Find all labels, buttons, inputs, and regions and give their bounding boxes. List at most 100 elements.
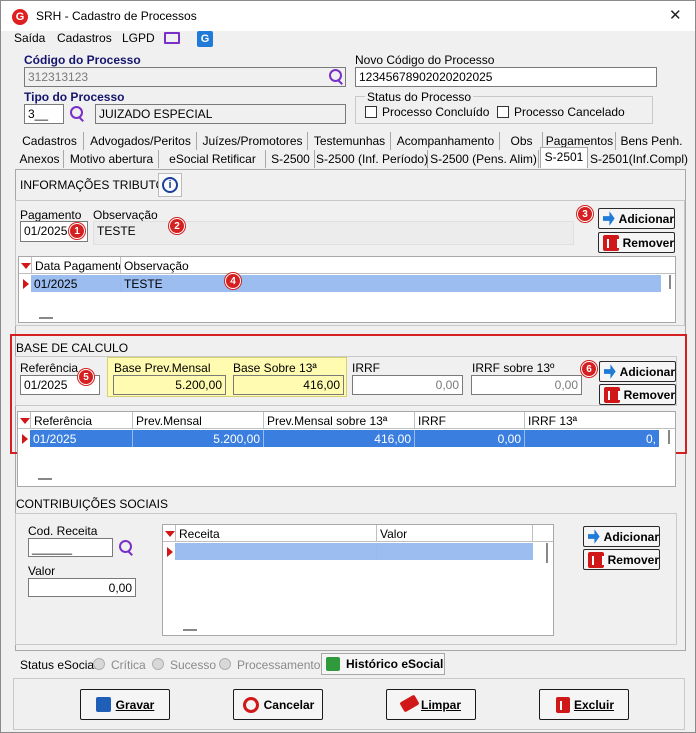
col-receita[interactable]: Receita: [175, 525, 377, 542]
irrf13-label: IRRF sobre 13º: [472, 361, 555, 375]
remover-label: Remover: [622, 235, 674, 250]
codigo-label: Código do Processo: [24, 53, 141, 67]
tab-esocial-retificar[interactable]: eSocial Retificar: [160, 150, 266, 168]
base-13-field[interactable]: 416,00: [233, 375, 344, 395]
contrib-grid[interactable]: Receita Valor: [162, 524, 554, 636]
tab-juizes[interactable]: Juízes/Promotores: [198, 132, 308, 150]
col-prev-mensal-13[interactable]: Prev.Mensal sobre 13ª: [264, 412, 415, 429]
sucesso-radio[interactable]: [152, 658, 164, 670]
adicionar-pagamento-button[interactable]: Adicionar: [598, 208, 675, 229]
col-valor[interactable]: Valor: [377, 525, 533, 542]
remover-contrib-button[interactable]: Remover: [583, 549, 660, 570]
cell-data-pagamento: 01/2025: [31, 275, 121, 292]
close-button[interactable]: ✕: [669, 6, 682, 24]
cancelado-checkbox[interactable]: [497, 106, 509, 118]
menu-lgpd[interactable]: LGPD: [122, 31, 155, 45]
historico-label: Histórico eSocial: [346, 657, 444, 671]
irrf13-field[interactable]: 0,00: [471, 375, 582, 395]
cell-receita: [175, 543, 377, 560]
arrow-right-icon: [603, 211, 615, 226]
processamento-label: Processamento: [237, 658, 321, 672]
cod-receita-field[interactable]: ______: [28, 538, 113, 557]
irrf-field[interactable]: 0,00: [352, 375, 463, 395]
search-receita-icon[interactable]: [118, 539, 136, 557]
tab-s2501[interactable]: S-2501: [540, 147, 588, 168]
search-tipo-icon[interactable]: [69, 105, 87, 123]
sort-triangle-icon: [165, 531, 175, 537]
menu-cadastros[interactable]: Cadastros: [57, 31, 112, 45]
valor-field[interactable]: 0,00: [28, 578, 136, 597]
adicionar-base-button[interactable]: Adicionar: [599, 361, 676, 382]
concluido-checkbox[interactable]: [365, 106, 377, 118]
historico-esocial-tab[interactable]: Histórico eSocial: [321, 653, 445, 675]
arrow-right-icon: [604, 364, 616, 379]
menu-saida[interactable]: Saída: [14, 31, 45, 45]
grid-hscroll[interactable]: [39, 317, 53, 319]
cell-observacao: TESTE: [121, 275, 661, 292]
pagamento-grid-header: Data Pagamento Observação: [19, 257, 675, 274]
grid-vscroll[interactable]: [669, 275, 671, 289]
base-prev-field[interactable]: 5.200,00: [113, 375, 226, 395]
tab-advogados[interactable]: Advogados/Peritos: [85, 132, 197, 150]
concluido-label: Processo Concluído: [382, 105, 490, 119]
cancelar-label: Cancelar: [263, 697, 315, 712]
col-referencia[interactable]: Referência: [30, 412, 133, 429]
gravar-button[interactable]: Gravar: [80, 689, 170, 720]
callout-badge-6: 6: [581, 361, 597, 377]
excluir-button[interactable]: Excluir: [539, 689, 629, 720]
cell-referencia: 01/2025: [30, 430, 133, 447]
base-grid[interactable]: Referência Prev.Mensal Prev.Mensal sobre…: [17, 411, 676, 487]
table-row[interactable]: [163, 543, 535, 560]
tab-anexos[interactable]: Anexos: [16, 150, 64, 168]
table-row[interactable]: 01/2025 5.200,00 416,00 0,00 0,: [18, 430, 675, 447]
tab-testemunhas[interactable]: Testemunhas: [309, 132, 391, 150]
app-g-icon[interactable]: G: [197, 31, 213, 47]
cod-receita-label: Cod. Receita: [28, 524, 98, 538]
tab-s2500-inf-periodo[interactable]: S-2500 (Inf. Período): [316, 150, 428, 168]
arrow-right-icon: [588, 529, 600, 544]
title-bar: G SRH - Cadastro de Processos ✕: [1, 1, 695, 31]
codigo-field[interactable]: 312313123: [24, 67, 346, 87]
novo-codigo-field[interactable]: 12345678902020202025: [355, 67, 657, 87]
cancelar-button[interactable]: Cancelar: [233, 689, 323, 720]
col-irrf-13[interactable]: IRRF 13ª: [525, 412, 675, 429]
base-calculo-label: BASE DE CALCULO: [16, 341, 129, 355]
pagamento-grid[interactable]: Data Pagamento Observação 01/2025 TESTE …: [18, 256, 676, 323]
trash-icon: [603, 234, 619, 251]
limpar-button[interactable]: Limpar: [386, 689, 476, 720]
tab-cadastros[interactable]: Cadastros: [16, 132, 84, 150]
table-row[interactable]: 01/2025 TESTE: [19, 275, 675, 292]
grid-hscroll[interactable]: [183, 629, 197, 631]
floppy-icon: [96, 697, 111, 712]
critica-radio[interactable]: [93, 658, 105, 670]
grid-vscroll[interactable]: [546, 543, 548, 563]
col-observacao[interactable]: Observação: [121, 257, 675, 274]
adicionar-contrib-button[interactable]: Adicionar: [583, 526, 660, 547]
tipo-code-field[interactable]: 3__: [24, 104, 64, 124]
remover-base-button[interactable]: Remover: [599, 384, 676, 405]
info-button[interactable]: i: [158, 173, 182, 197]
processamento-radio[interactable]: [219, 658, 231, 670]
base-13-label: Base Sobre 13ª: [233, 361, 317, 375]
col-data-pagamento[interactable]: Data Pagamento: [31, 257, 121, 274]
col-prev-mensal[interactable]: Prev.Mensal: [133, 412, 264, 429]
tab-obs[interactable]: Obs: [501, 132, 543, 150]
tab-row-2: Anexos Motivo abertura eSocial Retificar…: [16, 147, 691, 168]
observacao-field[interactable]: TESTE: [93, 221, 574, 245]
tab-s2500[interactable]: S-2500: [267, 150, 315, 168]
tab-bens-penh[interactable]: Bens Penh.: [617, 132, 686, 150]
callout-badge-4: 4: [225, 273, 241, 289]
tab-acompanhamento[interactable]: Acompanhamento: [392, 132, 500, 150]
grid-hscroll[interactable]: [38, 478, 52, 480]
monitor-icon[interactable]: [164, 32, 180, 44]
grid-vscroll[interactable]: [668, 430, 670, 444]
remover-pagamento-button[interactable]: Remover: [598, 232, 675, 253]
app-logo-icon: G: [12, 9, 28, 25]
col-irrf[interactable]: IRRF: [415, 412, 525, 429]
tab-s2500-pens-alim[interactable]: S-2500 (Pens. Alim): [429, 150, 539, 168]
tab-s2501-inf-compl[interactable]: S-2501(Inf.Compl): [589, 150, 689, 168]
irrf-label: IRRF: [352, 361, 380, 375]
tab-motivo-abertura[interactable]: Motivo abertura: [65, 150, 159, 168]
tipo-desc-field: JUIZADO ESPECIAL: [95, 104, 346, 124]
search-codigo-icon[interactable]: [328, 68, 346, 86]
